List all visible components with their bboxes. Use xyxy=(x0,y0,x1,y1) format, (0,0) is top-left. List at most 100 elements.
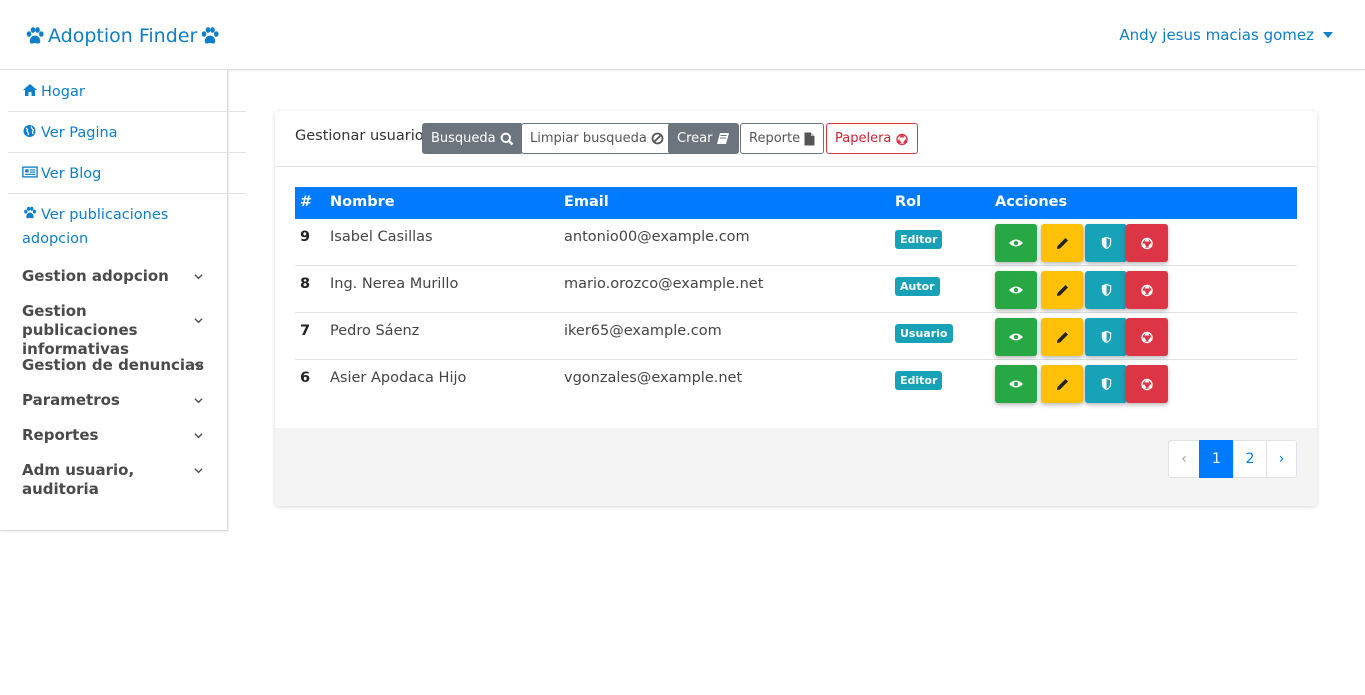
sidebar-item-ver-pagina[interactable]: Ver Pagina xyxy=(22,121,247,145)
sidebar-group-gestion-denuncias[interactable]: Gestion de denuncias xyxy=(22,356,207,375)
row-id: 8 xyxy=(300,276,311,292)
home-icon xyxy=(23,84,37,96)
sidebar-group-label: Gestion adopcion xyxy=(22,267,169,285)
sidebar-group-label: Gestion de denuncias xyxy=(22,356,205,374)
row-name: Pedro Sáenz xyxy=(330,323,420,339)
shield-icon xyxy=(1101,236,1111,250)
edit-button[interactable] xyxy=(1041,224,1083,262)
edit-button[interactable] xyxy=(1041,318,1083,356)
chevron-down-icon xyxy=(194,398,203,404)
clear-search-button-label: Limpiar busqueda xyxy=(530,131,647,146)
delete-button[interactable] xyxy=(1126,318,1168,356)
row-name: Asier Apodaca Hijo xyxy=(330,370,467,386)
brand-link[interactable]: Adoption Finder xyxy=(22,22,223,50)
newspaper-icon xyxy=(22,166,38,178)
row-email: vgonzales@example.net xyxy=(564,370,743,386)
sidebar-group-gestion-adopcion[interactable]: Gestion adopcion xyxy=(22,267,207,286)
user-name: Andy jesus macias gomez xyxy=(1119,26,1314,44)
search-button-label: Busqueda xyxy=(431,131,496,146)
column-header-rol: Rol xyxy=(895,194,922,210)
column-header-nombre: Nombre xyxy=(330,194,395,210)
divider xyxy=(8,152,246,153)
pagination-next[interactable]: › xyxy=(1266,440,1297,478)
pencil-icon xyxy=(1056,237,1068,249)
users-card: Gestionar usuario Busqueda Limpiar busqu… xyxy=(275,111,1317,506)
delete-button[interactable] xyxy=(1126,365,1168,403)
role-badge: Editor xyxy=(895,230,943,249)
sidebar-item-label: Ver Pagina xyxy=(41,125,118,141)
pagination-page-1[interactable]: 1 xyxy=(1199,440,1234,478)
row-name: Isabel Casillas xyxy=(330,229,433,245)
create-button[interactable]: Crear xyxy=(668,123,740,154)
user-dropdown[interactable]: Andy jesus macias gomez xyxy=(1119,23,1333,47)
recycle-icon xyxy=(1141,237,1153,250)
table-header: # Nombre Email Rol Acciones xyxy=(295,187,1297,219)
sidebar-group-reportes[interactable]: Reportes xyxy=(22,426,207,445)
sidebar-item-ver-blog[interactable]: Ver Blog xyxy=(22,162,247,186)
permissions-button[interactable] xyxy=(1085,318,1127,356)
pagination-prev[interactable]: ‹ xyxy=(1168,440,1200,478)
search-button[interactable]: Busqueda xyxy=(422,123,523,154)
column-header-email: Email xyxy=(564,194,609,210)
row-name: Ing. Nerea Murillo xyxy=(330,276,459,292)
sidebar-group-parametros[interactable]: Parametros xyxy=(22,391,207,410)
shield-icon xyxy=(1101,283,1111,297)
divider xyxy=(8,111,246,112)
sidebar-item-label: Ver Blog xyxy=(41,166,102,182)
card-footer: ‹ 1 2 › xyxy=(275,428,1317,506)
card-header: Gestionar usuario Busqueda Limpiar busqu… xyxy=(275,111,1317,167)
sidebar-item-hogar[interactable]: Hogar xyxy=(22,80,247,104)
eye-icon xyxy=(1009,380,1023,388)
report-button[interactable]: Reporte xyxy=(740,123,825,154)
chevron-down-icon xyxy=(194,468,203,474)
delete-button[interactable] xyxy=(1126,271,1168,309)
recycle-icon xyxy=(1141,284,1153,297)
card-title: Gestionar usuario xyxy=(295,128,424,144)
eye-icon xyxy=(1009,333,1023,341)
globe-icon xyxy=(23,125,36,137)
view-button[interactable] xyxy=(995,318,1037,356)
recycle-icon xyxy=(1141,378,1153,391)
row-id: 9 xyxy=(300,229,311,245)
role-badge: Usuario xyxy=(895,324,953,343)
view-button[interactable] xyxy=(995,365,1037,403)
sidebar-group-label: Parametros xyxy=(22,391,120,409)
view-button[interactable] xyxy=(995,224,1037,262)
search-icon xyxy=(500,132,513,145)
chevron-down-icon xyxy=(194,433,203,439)
row-email: iker65@example.com xyxy=(564,323,722,339)
row-id: 6 xyxy=(300,370,311,386)
caret-down-icon xyxy=(1323,32,1333,38)
file-icon xyxy=(804,132,815,145)
top-navbar: Adoption Finder Andy jesus macias gomez xyxy=(0,0,1365,70)
sidebar-item-label: Hogar xyxy=(41,84,85,100)
permissions-button[interactable] xyxy=(1085,271,1127,309)
ban-icon xyxy=(651,132,664,145)
role-badge: Editor xyxy=(895,371,943,390)
divider xyxy=(8,193,246,194)
sidebar-item-label: Ver publicaciones adopcion xyxy=(22,207,169,247)
pencil-icon xyxy=(1056,378,1068,390)
table-row: 9 Isabel Casillas antonio00@example.com … xyxy=(295,219,1297,266)
sidebar-group-adm-usuario[interactable]: Adm usuario, auditoria xyxy=(22,461,207,499)
recycle-icon xyxy=(896,133,909,145)
chevron-down-icon xyxy=(194,318,203,324)
sidebar-item-ver-publicaciones[interactable]: Ver publicaciones adopcion xyxy=(22,203,212,251)
clear-search-button[interactable]: Limpiar busqueda xyxy=(521,123,673,154)
pagination-page-2[interactable]: 2 xyxy=(1233,440,1267,478)
trash-button[interactable]: Papelera xyxy=(826,123,919,154)
edit-button[interactable] xyxy=(1041,365,1083,403)
sidebar-group-gestion-publicaciones[interactable]: Gestion publicaciones informativas xyxy=(22,302,207,359)
permissions-button[interactable] xyxy=(1085,224,1127,262)
delete-button[interactable] xyxy=(1126,224,1168,262)
paw-icon xyxy=(24,206,37,219)
edit-button[interactable] xyxy=(1041,271,1083,309)
permissions-button[interactable] xyxy=(1085,365,1127,403)
view-button[interactable] xyxy=(995,271,1037,309)
recycle-icon xyxy=(1141,331,1153,344)
column-header-id: # xyxy=(300,194,313,210)
sidebar-group-label: Reportes xyxy=(22,426,99,444)
table-row: 7 Pedro Sáenz iker65@example.com Usuario xyxy=(295,313,1297,360)
sidebar-group-label: Gestion publicaciones informativas xyxy=(22,302,138,358)
paw-icon xyxy=(26,27,44,44)
